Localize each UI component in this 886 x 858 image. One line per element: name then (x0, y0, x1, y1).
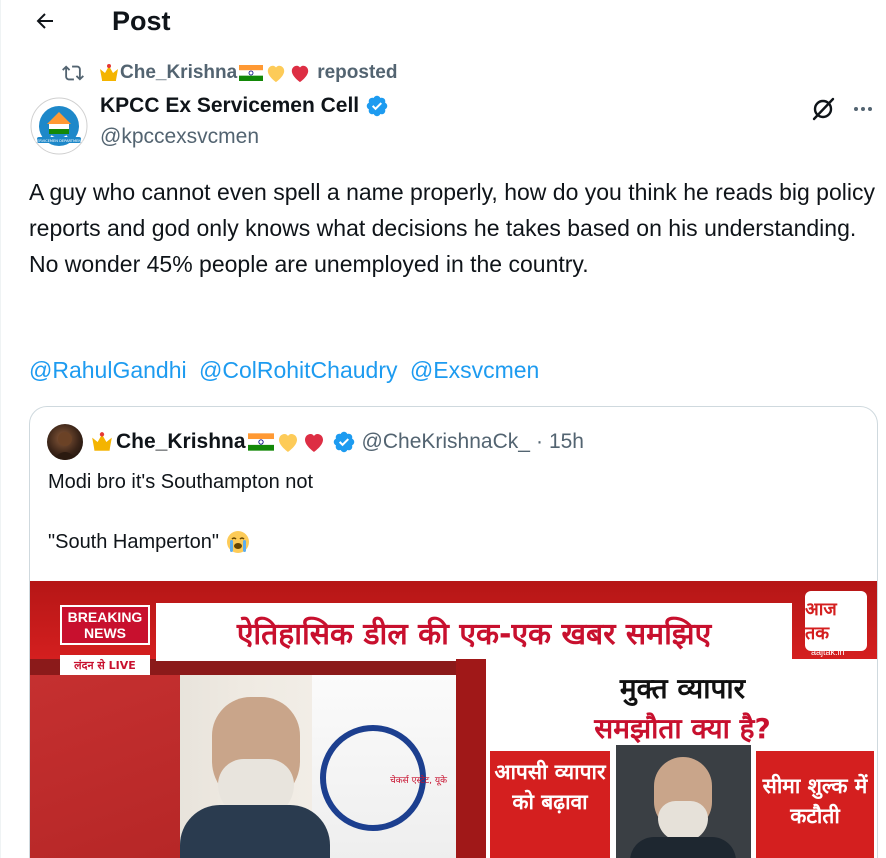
news-headline: ऐतिहासिक डील की एक-एक खबर समझिए (156, 603, 792, 661)
author-name[interactable]: KPCC Ex Servicemen Cell (100, 92, 359, 120)
quote-timestamp[interactable]: 15h (549, 427, 584, 457)
grok-icon (812, 97, 835, 121)
verified-badge-icon[interactable] (332, 430, 356, 454)
quote-author-name[interactable]: Che_Krishna (116, 427, 246, 457)
panel-subtitle: समझौता क्या है? (594, 712, 771, 745)
breaking-news-badge: BREAKING NEWS (60, 605, 150, 645)
speaker-figure (180, 685, 330, 858)
india-flag-icon (247, 433, 274, 451)
mention-link[interactable]: @ColRohitChaudry (199, 357, 398, 383)
quote-text-line2: "South Hamperton" (48, 527, 251, 557)
flag-backdrop (30, 675, 180, 858)
more-options-button[interactable] (846, 92, 880, 126)
panel-title: मुक्त व्यापार (619, 672, 746, 705)
news-side-panel: मुक्त व्यापार समझौता क्या है? आपसी व्याप… (456, 659, 877, 858)
post-header: Post (0, 0, 886, 48)
quoted-post[interactable]: Che_Krishna @CheKrishnaCk_ · 15h Modi br… (29, 406, 878, 858)
mention-link[interactable]: @Exsvcmen (410, 357, 539, 383)
news-video-frame: चेकर्स एस्टेट, यूके (30, 675, 456, 858)
page-title: Post (112, 6, 171, 36)
arrow-left-icon (36, 13, 53, 29)
red-heart-icon (302, 431, 326, 453)
mentions: @RahulGandhi @ColRohitChaudry @Exsvcmen (29, 352, 545, 388)
separator-dot: · (535, 430, 543, 453)
explainer-panel: मुक्त व्यापार समझौता क्या है? आपसी व्याप… (486, 659, 877, 858)
india-flag-icon (239, 65, 264, 81)
live-location-tag: लंदन से LIVE (60, 655, 150, 675)
yellow-heart-icon (276, 431, 300, 453)
crown-icon (90, 431, 114, 453)
author-avatar[interactable]: SERVICEMEN DEPARTMENT (29, 96, 89, 156)
quote-text-line2-text: "South Hamperton" (48, 531, 219, 553)
quote-header: Che_Krishna @CheKrishnaCk_ · 15h (90, 427, 584, 457)
mention-link[interactable]: @RahulGandhi (29, 357, 187, 383)
repost-label: reposted (317, 62, 398, 83)
loudly-crying-face-icon (225, 529, 251, 555)
crown-icon (98, 63, 120, 83)
yellow-heart-icon (265, 63, 287, 83)
verified-badge-icon[interactable] (365, 94, 389, 118)
channel-logo-url: aajtak.in (811, 647, 845, 657)
repost-context: Che_Krishna reposted (62, 60, 397, 86)
reposter-name[interactable]: Che_Krishna (120, 62, 237, 84)
quote-media-image[interactable]: ऐतिहासिक डील की एक-एक खबर समझिए BREAKING… (30, 581, 877, 858)
speaker-thumbnail (616, 745, 751, 858)
back-button[interactable] (28, 4, 62, 38)
post-text: A guy who cannot even spell a name prope… (29, 179, 882, 277)
grok-button[interactable] (806, 92, 840, 126)
more-horizontal-icon (854, 107, 872, 111)
explainer-box-right: सीमा शुल्क में कटौती (756, 751, 874, 858)
repost-icon (62, 60, 88, 86)
column-border (0, 0, 1, 858)
quote-avatar[interactable] (47, 424, 83, 460)
quote-text-line1: Modi bro it's Southampton not (48, 471, 314, 493)
avatar-label: SERVICEMEN DEPARTMENT (35, 139, 84, 143)
channel-logo: आज तक (805, 591, 867, 651)
quote-author-handle[interactable]: @CheKrishnaCk_ (362, 427, 530, 457)
author-handle[interactable]: @kpccexsvcmen (100, 123, 259, 151)
red-heart-icon (289, 63, 311, 83)
author-name-row[interactable]: KPCC Ex Servicemen Cell (100, 92, 389, 120)
explainer-box-left: आपसी व्यापार को बढ़ावा (490, 751, 610, 858)
video-caption: चेकर्स एस्टेट, यूके (390, 776, 447, 786)
